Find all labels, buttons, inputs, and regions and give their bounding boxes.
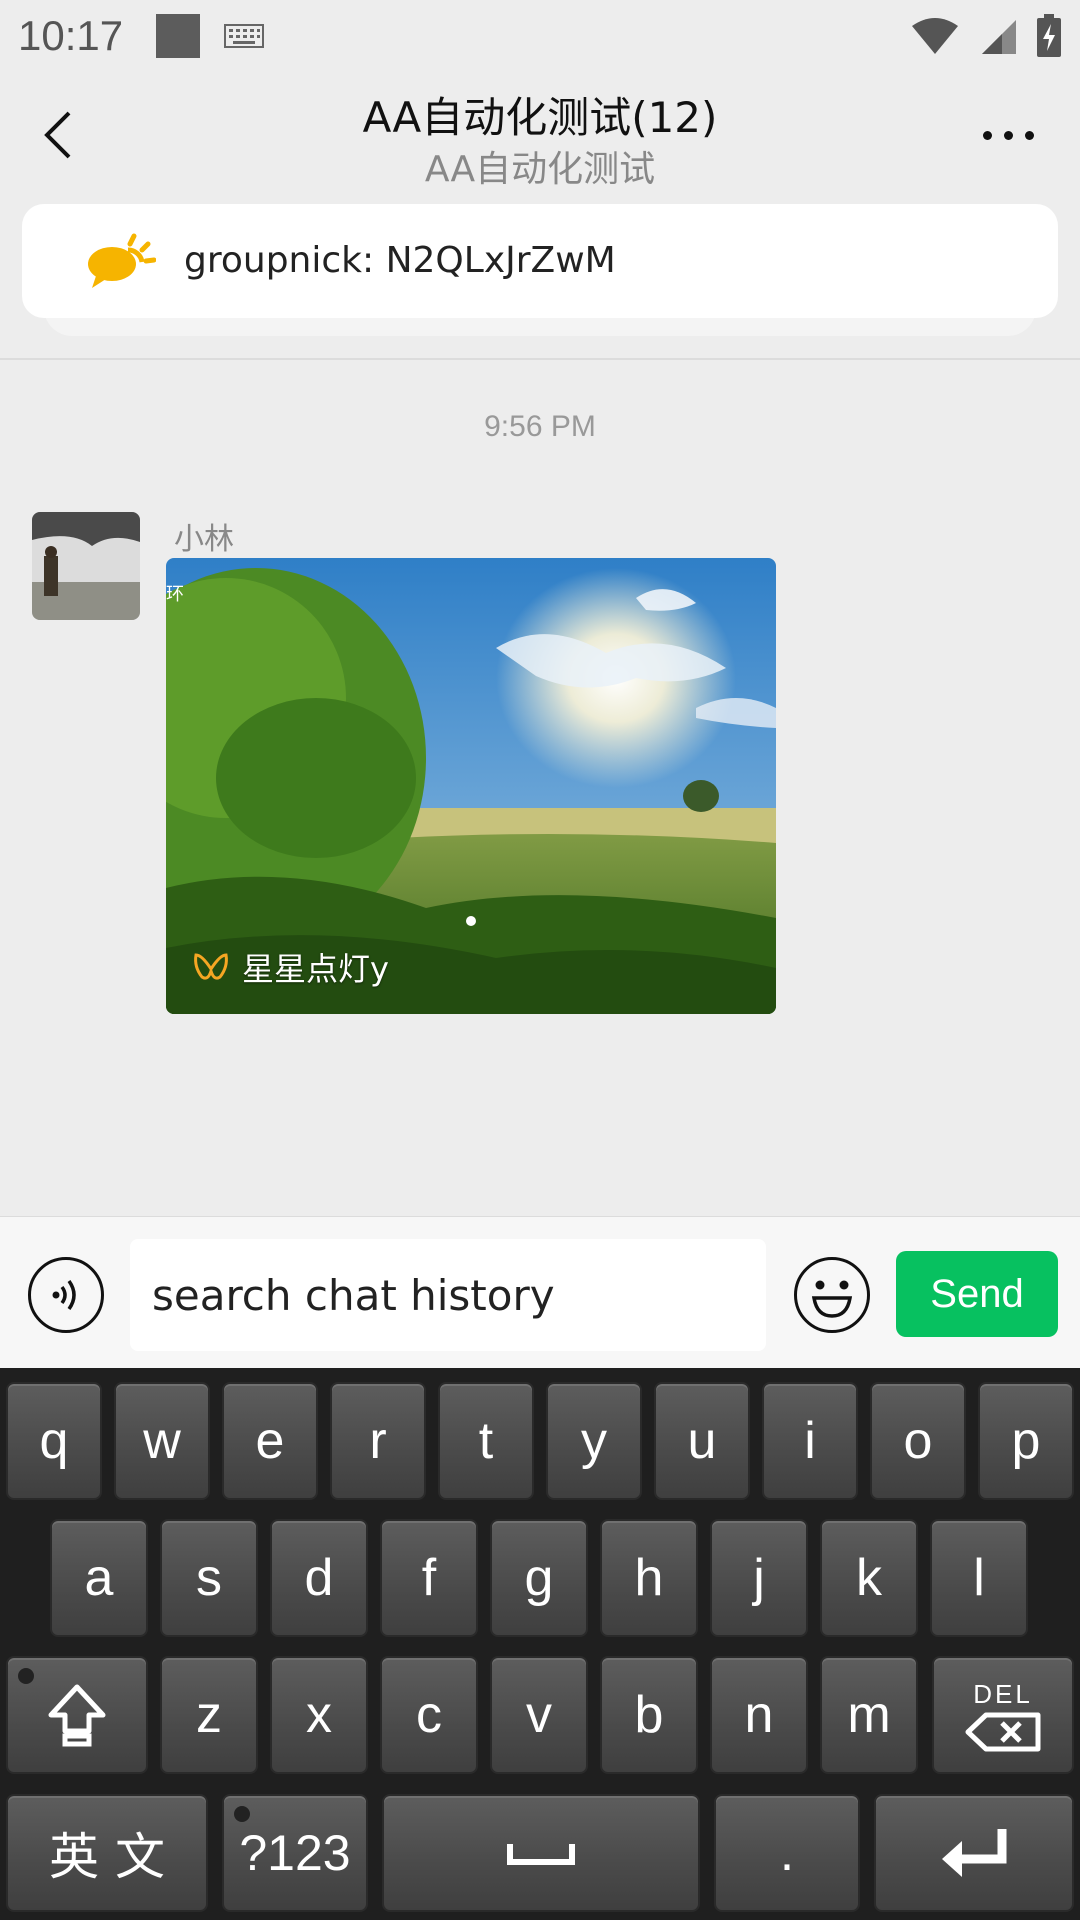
key-period[interactable]: . <box>714 1794 860 1912</box>
key-w[interactable]: w <box>114 1382 210 1500</box>
page-title: AA自动化测试(12) <box>362 93 718 142</box>
speech-bubble-sun-icon <box>88 233 156 288</box>
key-k[interactable]: k <box>820 1519 918 1637</box>
send-button[interactable]: Send <box>896 1251 1058 1337</box>
smiley-icon <box>811 1280 853 1318</box>
key-language[interactable]: 英 文 <box>6 1794 208 1912</box>
key-g[interactable]: g <box>490 1519 588 1637</box>
key-delete-label: DEL <box>973 1678 1033 1709</box>
key-shift[interactable] <box>6 1656 148 1774</box>
channels-icon <box>194 953 228 980</box>
key-n[interactable]: n <box>710 1656 808 1774</box>
more-options-button[interactable] <box>960 100 1056 170</box>
message-timestamp: 9:56 PM <box>484 410 596 443</box>
title-bar: AA自动化测试(12) AA自动化测试 <box>0 72 1080 196</box>
key-delete[interactable]: DEL <box>932 1656 1074 1774</box>
input-bar: search chat history Send <box>0 1216 1080 1368</box>
video-message[interactable]: 环 星星点灯y <box>166 558 776 1014</box>
key-t[interactable]: t <box>438 1382 534 1500</box>
chat-screen: 10:17 AA自动化测试(12) AA自动化测试 groupnick: N2Q… <box>0 0 1080 1920</box>
key-c[interactable]: c <box>380 1656 478 1774</box>
page-subtitle: AA自动化测试 <box>424 149 656 190</box>
key-f[interactable]: f <box>380 1519 478 1637</box>
key-r[interactable]: r <box>330 1382 426 1500</box>
more-dot-icon <box>982 130 992 140</box>
key-symbols[interactable]: ?123 <box>222 1794 368 1912</box>
voice-input-button[interactable] <box>28 1257 104 1333</box>
group-notice-text: groupnick: N2QLxJrZwM <box>184 240 616 281</box>
key-s[interactable]: s <box>160 1519 258 1637</box>
key-p[interactable]: p <box>978 1382 1074 1500</box>
status-time: 10:17 <box>18 12 124 59</box>
more-dot-icon <box>1024 130 1034 140</box>
video-caption: 星星点灯y <box>192 944 389 990</box>
key-x[interactable]: x <box>270 1656 368 1774</box>
key-i[interactable]: i <box>762 1382 858 1500</box>
wifi-icon <box>912 18 958 54</box>
key-y[interactable]: y <box>546 1382 642 1500</box>
shift-icon <box>48 1684 106 1747</box>
key-z[interactable]: z <box>160 1656 258 1774</box>
key-a[interactable]: a <box>50 1519 148 1637</box>
group-notice-card[interactable]: groupnick: N2QLxJrZwM <box>22 204 1058 318</box>
soft-keyboard: DEL 英 文 ?123 . qwertyuiop asdfghjkl zxcvbn… <box>0 1368 1080 1920</box>
key-d[interactable]: d <box>270 1519 368 1637</box>
key-o[interactable]: o <box>870 1382 966 1500</box>
key-space[interactable] <box>382 1794 700 1912</box>
key-v[interactable]: v <box>490 1656 588 1774</box>
space-icon <box>507 1844 575 1865</box>
key-enter[interactable] <box>874 1794 1074 1912</box>
backspace-icon <box>965 1712 1041 1751</box>
key-q[interactable]: q <box>6 1382 102 1500</box>
voice-icon <box>52 1279 76 1311</box>
square-icon <box>156 14 200 58</box>
avatar-image <box>32 512 140 620</box>
key-u[interactable]: u <box>654 1382 750 1500</box>
key-j[interactable]: j <box>710 1519 808 1637</box>
key-symbols-label: ?123 <box>239 1825 351 1881</box>
video-corner-label: 环 <box>166 584 184 605</box>
avatar[interactable] <box>32 512 140 620</box>
key-h[interactable]: h <box>600 1519 698 1637</box>
status-bar: 10:17 <box>0 0 1080 72</box>
key-e[interactable]: e <box>222 1382 318 1500</box>
battery-icon <box>1037 14 1061 57</box>
key-m[interactable]: m <box>820 1656 918 1774</box>
key-l[interactable]: l <box>930 1519 1028 1637</box>
key-b[interactable]: b <box>600 1656 698 1774</box>
more-dot-icon <box>1003 130 1013 140</box>
sender-name: 小林 <box>174 522 234 557</box>
divider <box>0 358 1080 360</box>
message-input[interactable]: search chat history <box>130 1239 766 1351</box>
keyboard-icon <box>224 24 264 48</box>
emoji-button[interactable] <box>794 1257 870 1333</box>
video-progress-dot <box>466 916 476 926</box>
signal-icon <box>982 20 1016 54</box>
enter-icon <box>942 1829 1007 1877</box>
video-caption-text: 星星点灯y <box>242 950 389 988</box>
